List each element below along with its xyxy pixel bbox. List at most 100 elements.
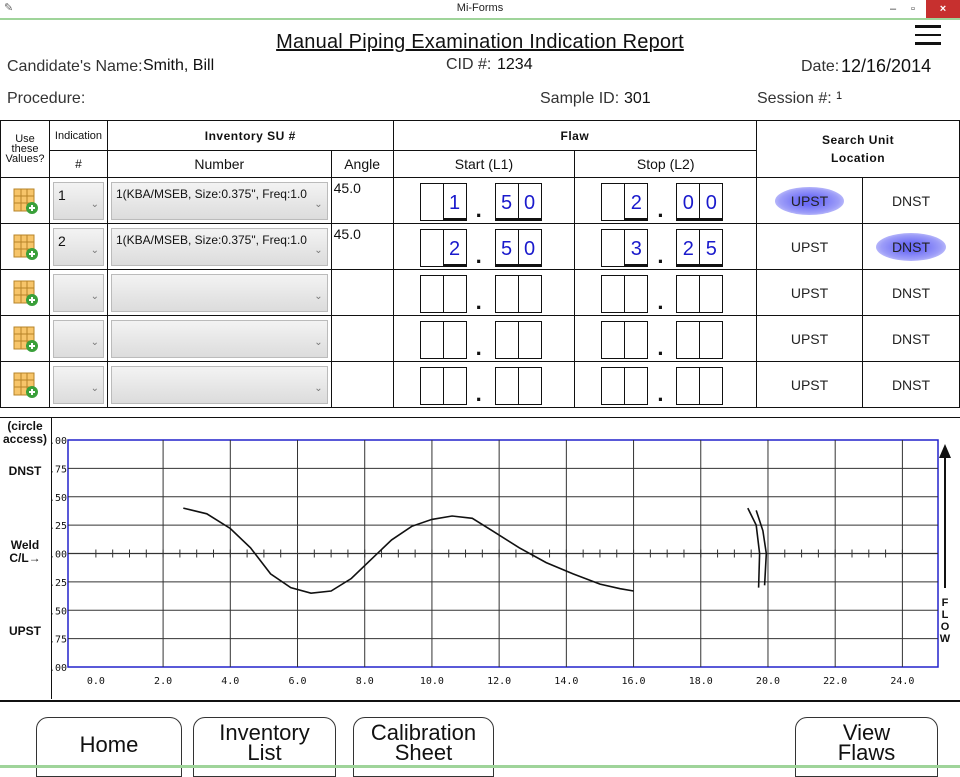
stop-digit-hundredths[interactable] <box>699 320 724 359</box>
start-digit-whole[interactable] <box>442 366 467 405</box>
stop-digit-whole[interactable] <box>624 274 649 313</box>
start-digit-whole[interactable] <box>442 274 467 313</box>
dnst-option[interactable]: DNST <box>892 377 930 393</box>
add-values-icon[interactable] <box>11 233 39 261</box>
location-header: Location <box>831 151 886 165</box>
home-button[interactable]: Home <box>36 717 182 777</box>
start-digit-hundredths[interactable]: 0 <box>517 182 542 221</box>
start-digit-hundredths[interactable] <box>517 366 542 405</box>
add-values-icon[interactable] <box>11 325 39 353</box>
stop-digit-hundredths[interactable]: 5 <box>699 228 724 267</box>
inventory-number-dropdown[interactable]: 1(KBA/MSEB, Size:0.375", Freq:1.0 ⌄ <box>110 227 328 266</box>
start-digits: 1.50 <box>394 179 574 223</box>
maximize-button[interactable]: ▫ <box>904 0 922 18</box>
inventory-number-dropdown[interactable]: ⌄ <box>110 273 328 312</box>
x-tick-label: 4.0 <box>221 676 239 687</box>
stop-digit-hundredths[interactable] <box>699 366 724 405</box>
indication-value: 2 <box>57 232 66 249</box>
stop-digit-tenths[interactable]: 0 <box>676 182 701 221</box>
inventory-number-dropdown[interactable]: 1(KBA/MSEB, Size:0.375", Freq:1.0 ⌄ <box>110 181 328 220</box>
x-tick-label: 18.0 <box>689 676 713 687</box>
start-digit-tenths[interactable] <box>494 366 519 405</box>
number-cell: ⌄ <box>106 361 332 408</box>
stop-l2-cell: . <box>574 361 758 408</box>
add-values-icon[interactable] <box>11 371 39 399</box>
start-digit-whole[interactable]: 1 <box>442 182 467 221</box>
flow-letter: L <box>942 609 949 621</box>
indication-dropdown[interactable]: 2 ⌄ <box>52 227 104 266</box>
start-digit-whole[interactable]: 2 <box>442 228 467 267</box>
upst-option[interactable]: UPST <box>774 186 845 215</box>
dnst-cell: DNST <box>862 223 960 270</box>
stop-digit-whole[interactable] <box>624 366 649 405</box>
add-values-icon[interactable] <box>11 187 39 215</box>
stop-digit-hundredths[interactable]: 0 <box>699 182 724 221</box>
cid-value[interactable]: 1234 <box>497 56 533 74</box>
start-digit-tenths[interactable] <box>494 274 519 313</box>
stop-digits: 3.25 <box>576 225 756 269</box>
indication-dropdown[interactable]: ⌄ <box>52 273 104 312</box>
calibration-sheet-button[interactable]: Calibration Sheet <box>353 717 494 777</box>
angle-cell[interactable] <box>330 269 394 316</box>
start-digit-hundredths[interactable]: 0 <box>517 228 542 267</box>
indication-cell: ⌄ <box>48 315 108 362</box>
location-sketch-plot[interactable]: 1.00 0.75 0.50 0.25 0.00 -0.25 -0.50 -0.75 -1.00… <box>52 418 960 698</box>
angle-cell[interactable] <box>330 361 394 408</box>
cid-label: CID #: <box>446 56 492 73</box>
side-cl-label: C/L→ <box>9 551 41 565</box>
inventory-number-dropdown[interactable]: ⌄ <box>110 365 328 404</box>
x-tick-label: 14.0 <box>554 676 578 687</box>
start-digit-whole[interactable] <box>442 320 467 359</box>
use-values-cell <box>0 315 50 362</box>
x-tick-label: 24.0 <box>890 676 914 687</box>
add-values-icon[interactable] <box>11 279 39 307</box>
dnst-option[interactable]: DNST <box>892 331 930 347</box>
indication-header: Indication <box>48 120 108 151</box>
stop-digit-whole[interactable]: 2 <box>624 182 649 221</box>
stop-digit-whole[interactable] <box>624 320 649 359</box>
dnst-option[interactable]: DNST <box>875 232 947 261</box>
indication-dropdown[interactable]: 1 ⌄ <box>52 181 104 220</box>
inventory-number-dropdown[interactable]: ⌄ <box>110 319 328 358</box>
start-digit-tenths[interactable] <box>494 320 519 359</box>
use-values-cell <box>0 177 50 224</box>
stop-digits: . <box>576 317 756 361</box>
start-digit-tenths[interactable]: 5 <box>494 228 519 267</box>
indication-dropdown[interactable]: ⌄ <box>52 319 104 358</box>
view-flaws-button[interactable]: View Flaws <box>795 717 938 777</box>
view-flaws-line2: Flaws <box>837 740 896 765</box>
stop-digit-tenths[interactable] <box>676 274 701 313</box>
minimize-button[interactable]: – <box>884 0 902 18</box>
candidate-value[interactable]: Smith, Bill <box>143 57 214 75</box>
start-l1-cell: . <box>392 361 576 408</box>
close-button[interactable]: × <box>926 0 960 18</box>
inventory-list-button[interactable]: Inventory List <box>193 717 336 777</box>
stop-digit-tenths[interactable]: 2 <box>676 228 701 267</box>
angle-cell[interactable]: 45.0 <box>330 223 394 270</box>
table-row: ⌄ ⌄.. UPST DNST <box>0 269 960 316</box>
stop-digit-hundredths[interactable] <box>699 274 724 313</box>
start-digit-hundredths[interactable] <box>517 274 542 313</box>
dnst-option[interactable]: DNST <box>892 285 930 301</box>
dnst-option[interactable]: DNST <box>892 193 930 209</box>
session-value[interactable]: 1 <box>836 90 842 102</box>
number-cell: 1(KBA/MSEB, Size:0.375", Freq:1.0 ⌄ <box>106 177 332 224</box>
stop-digit-tenths[interactable] <box>676 320 701 359</box>
upst-option[interactable]: UPST <box>791 239 828 255</box>
indication-dropdown[interactable]: ⌄ <box>52 365 104 404</box>
stop-l2-decimal-point: . <box>657 196 664 222</box>
start-digit-tenths[interactable]: 5 <box>494 182 519 221</box>
chevron-down-icon: ⌄ <box>90 290 99 302</box>
angle-cell[interactable]: 45.0 <box>330 177 394 224</box>
sample-id-value[interactable]: 301 <box>624 90 651 108</box>
hamburger-menu-icon[interactable] <box>915 25 941 47</box>
upst-option[interactable]: UPST <box>791 331 828 347</box>
stop-digits: 2.00 <box>576 179 756 223</box>
upst-option[interactable]: UPST <box>791 377 828 393</box>
date-value[interactable]: 12/16/2014 <box>841 56 931 77</box>
upst-option[interactable]: UPST <box>791 285 828 301</box>
stop-digit-whole[interactable]: 3 <box>624 228 649 267</box>
stop-digit-tenths[interactable] <box>676 366 701 405</box>
start-digit-hundredths[interactable] <box>517 320 542 359</box>
angle-cell[interactable] <box>330 315 394 362</box>
